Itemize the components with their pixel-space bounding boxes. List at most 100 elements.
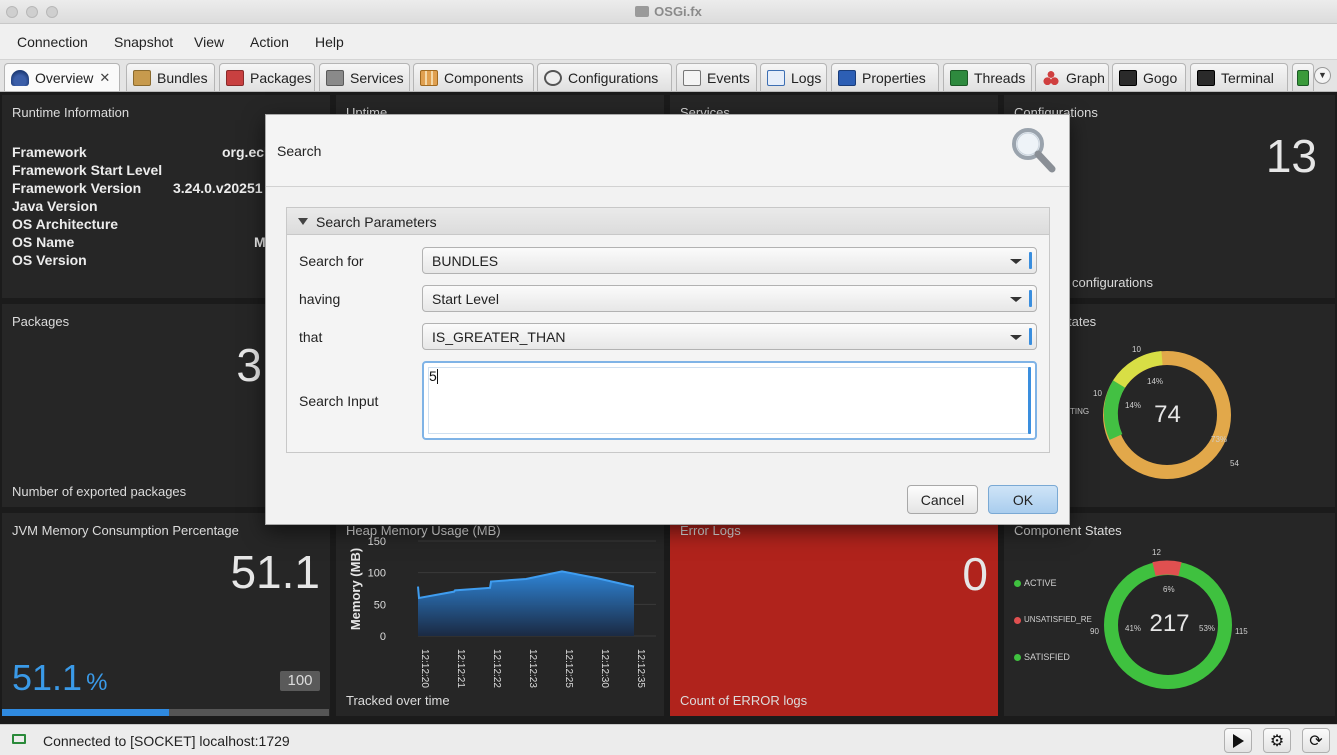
percent-value: 51.1 — [12, 657, 83, 698]
donut-label: 115 — [1235, 627, 1248, 636]
tab-threads[interactable]: Threads — [943, 63, 1032, 91]
menu-snapshot[interactable]: Snapshot — [114, 34, 173, 50]
section-header[interactable]: Search Parameters — [287, 208, 1049, 235]
legend-label-active: ACTIVE — [1024, 578, 1057, 588]
x-tick-label: 12:12:35 — [635, 649, 646, 688]
section-title: Search Parameters — [316, 214, 437, 230]
runtime-label-framework: Framework — [12, 144, 87, 160]
tab-label: Events — [707, 69, 750, 86]
tile-jvm-memory: JVM Memory Consumption Percentage 51.1 5… — [2, 513, 330, 716]
tab-components[interactable]: Components — [413, 63, 534, 91]
refresh-button[interactable]: ⟳ — [1302, 728, 1330, 753]
jvm-memory-value: 51.1 — [230, 546, 320, 598]
search-input-textarea[interactable]: 5 — [422, 361, 1037, 440]
tab-properties[interactable]: Properties — [831, 63, 939, 91]
properties-icon — [838, 69, 856, 86]
chip-icon — [1297, 69, 1309, 86]
play-icon — [1232, 733, 1244, 748]
runtime-value-os-name: M — [254, 234, 266, 250]
tab-label: Services — [350, 69, 404, 86]
tab-services[interactable]: Services — [319, 63, 410, 91]
tile-error-logs: Error Logs 0 Count of ERROR logs — [670, 513, 998, 716]
runtime-label-java-version: Java Version — [12, 198, 98, 214]
menu-connection[interactable]: Connection — [17, 34, 88, 50]
tab-events[interactable]: Events — [676, 63, 757, 91]
packages-count: 3 — [236, 339, 262, 391]
tab-gogo[interactable]: Gogo — [1112, 63, 1186, 91]
menu-action[interactable]: Action — [250, 34, 289, 50]
tab-logs[interactable]: Logs — [760, 63, 827, 91]
tab-configurations[interactable]: Configurations — [537, 63, 672, 91]
legend-label-unsatisfied: UNSATISFIED_RE — [1024, 615, 1092, 624]
tab-partial[interactable] — [1292, 63, 1314, 91]
x-tick-label: 12:12:21 — [455, 649, 466, 688]
y-axis-label: Memory (MB) — [348, 548, 363, 630]
tab-label: Packages — [250, 69, 312, 86]
menu-help[interactable]: Help — [315, 34, 344, 50]
tab-label: Terminal — [1221, 69, 1274, 86]
y-tick-label: 0 — [380, 631, 386, 643]
ok-button[interactable]: OK — [988, 485, 1058, 514]
jvm-memory-progress-fill — [2, 709, 170, 716]
tab-overflow-menu-button[interactable]: ▼ — [1314, 67, 1331, 84]
y-tick-label: 100 — [368, 568, 386, 580]
tab-bar: Overview ✕ Bundles Packages Services Com… — [0, 60, 1337, 92]
tab-graph[interactable]: Graph — [1035, 63, 1109, 91]
tile-title: Runtime Information — [12, 105, 130, 120]
y-tick-label: 150 — [368, 536, 386, 548]
settings-button[interactable]: ⚙ — [1263, 728, 1291, 753]
y-tick-label: 50 — [374, 599, 386, 611]
that-label: that — [299, 329, 323, 345]
legend-label-satisfied: SATISFIED — [1024, 652, 1070, 662]
chevron-down-icon — [1010, 259, 1022, 264]
tab-bundles[interactable]: Bundles — [126, 63, 215, 91]
close-tab-icon[interactable]: ✕ — [99, 70, 110, 86]
tab-packages[interactable]: Packages — [219, 63, 315, 91]
tile-title: Packages — [12, 314, 70, 329]
gear-icon: ⚙ — [1269, 732, 1285, 750]
donut-label: 73% — [1211, 435, 1228, 444]
having-label: having — [299, 291, 341, 307]
configurations-gear-icon — [544, 69, 562, 86]
runtime-label-os-name: OS Name — [12, 234, 75, 250]
dialog-title: Search — [277, 143, 322, 159]
donut-label: 90 — [1090, 627, 1099, 636]
tab-label: Configurations — [568, 69, 659, 86]
legend-label: TING — [1070, 407, 1090, 416]
collapse-triangle-icon[interactable] — [298, 218, 308, 225]
combo-value: BUNDLES — [432, 253, 499, 269]
search-for-combobox[interactable]: BUNDLES — [422, 247, 1037, 274]
search-input-value: 5 — [429, 368, 437, 384]
tab-label: Components — [444, 69, 524, 86]
donut-segment-unsatisfied — [1152, 560, 1182, 576]
runtime-label-framework-version: Framework Version — [12, 180, 142, 196]
cancel-button[interactable]: Cancel — [907, 485, 978, 514]
textarea-inner — [428, 367, 1031, 434]
combo-value: IS_GREATER_THAN — [432, 329, 566, 345]
window-title: OSGi.fx — [0, 4, 1337, 19]
runtime-value-framework-version: 3.24.0.v20251 — [173, 180, 263, 196]
bundle-box-icon — [133, 69, 151, 86]
having-combobox[interactable]: Start Level — [422, 285, 1037, 312]
donut-label: 12 — [1152, 548, 1161, 557]
play-button[interactable] — [1224, 728, 1252, 753]
that-combobox[interactable]: IS_GREATER_THAN — [422, 323, 1037, 350]
tab-label: Threads — [974, 69, 1026, 86]
tab-overview[interactable]: Overview ✕ — [4, 63, 120, 91]
donut-label: 54 — [1230, 459, 1239, 468]
x-tick-label: 12:12:25 — [563, 649, 574, 688]
connection-status-text: Connected to [SOCKET] localhost:1729 — [43, 733, 290, 749]
terminal-icon — [1197, 69, 1215, 86]
refresh-icon: ⟳ — [1309, 732, 1323, 750]
search-parameters-section: Search Parameters Search for BUNDLES hav… — [286, 207, 1050, 453]
heap-memory-chart: 0 50 100 150 Memory (MB) 12:12:20 12:12:21 12:1… — [348, 536, 656, 688]
donut-label: 6% — [1163, 585, 1175, 594]
search-input-label: Search Input — [299, 393, 379, 409]
tab-terminal[interactable]: Terminal — [1190, 63, 1288, 91]
donut-label: 53% — [1199, 624, 1216, 633]
textarea-scrollbar[interactable] — [1028, 367, 1031, 434]
legend-dot-unsatisfied — [1014, 617, 1021, 624]
menu-view[interactable]: View — [194, 34, 224, 50]
tab-label: Logs — [791, 69, 822, 86]
x-tick-label: 12:12:22 — [491, 649, 502, 688]
